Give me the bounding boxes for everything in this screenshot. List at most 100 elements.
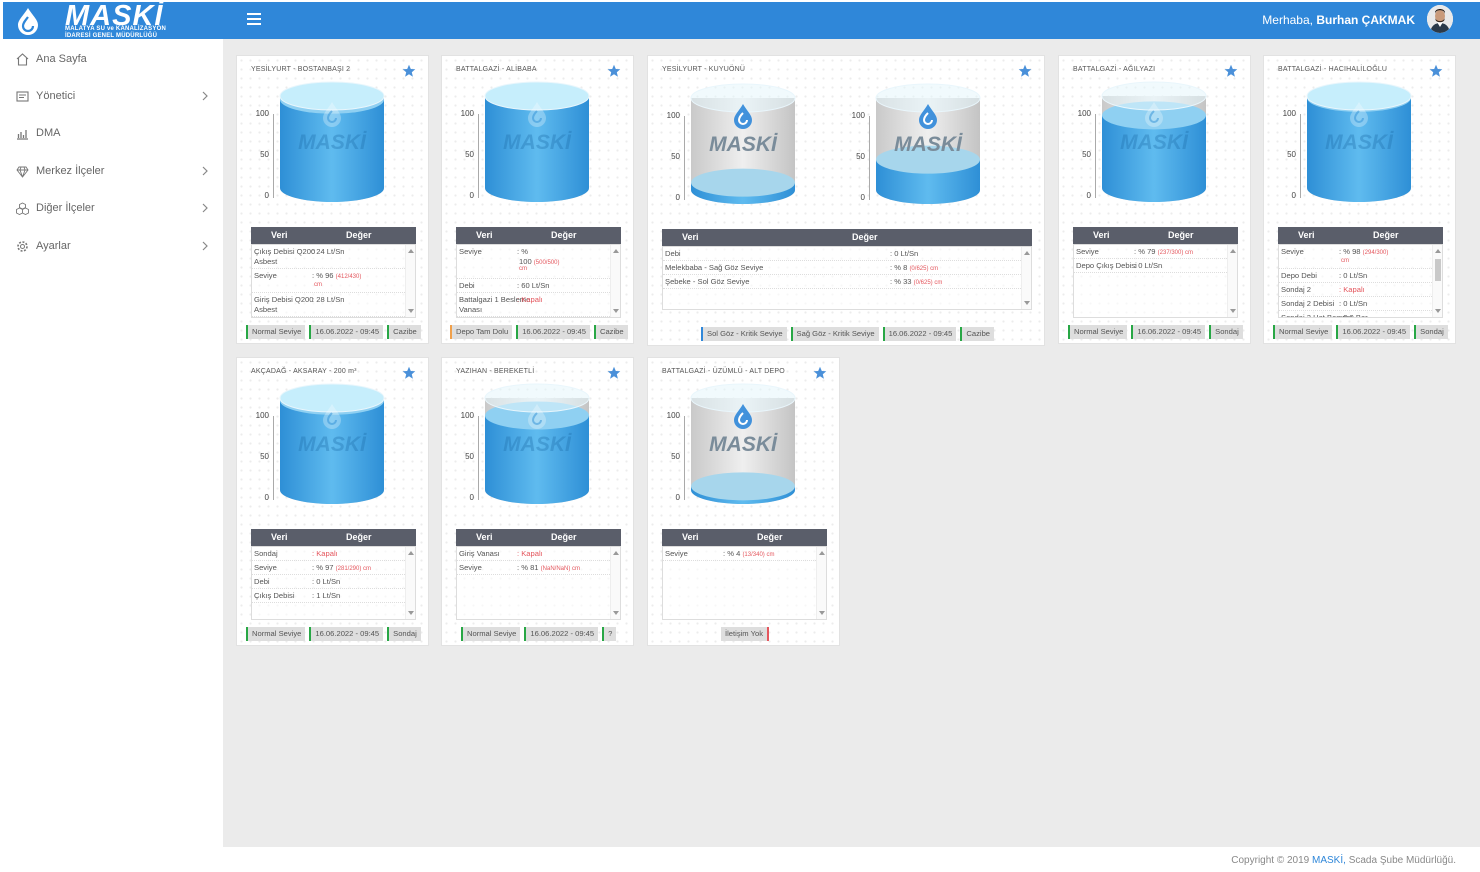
row-value: : Kapalı — [517, 549, 543, 558]
scroll-down-icon[interactable] — [613, 611, 619, 615]
tank-gauge: MASKİ — [277, 80, 387, 209]
gauge-axis-label: 100 — [460, 411, 474, 420]
row-value: : Kapalı — [517, 295, 543, 304]
scroll-thumb[interactable] — [1435, 259, 1441, 281]
row-value-detail: (13/340) cm — [742, 552, 775, 558]
table-scrollbar[interactable] — [1227, 245, 1237, 317]
tank-card[interactable]: AKÇADAĞ - AKSARAY - 200 m³ 100 50 0 MASKİ Ver… — [236, 357, 429, 646]
sidebar-item-dma[interactable]: DMA — [3, 117, 223, 149]
card-title: BATTALGAZİ - ÜZÜMLÜ - ALT DEPO — [662, 368, 785, 375]
dashboard-content: YESİLYURT - BOSTANBAŞI 2 100 50 0 MASKİ Veri D… — [223, 39, 1480, 847]
scroll-down-icon[interactable] — [408, 309, 414, 313]
footer: Copyright © 2019 MASKİ, Scada Şube Müdür… — [223, 847, 1480, 872]
table-row: Sondaj: Kapalı — [252, 549, 405, 561]
scroll-down-icon[interactable] — [613, 309, 619, 313]
favorite-star-icon[interactable] — [607, 366, 621, 380]
header-deger: Değer — [852, 232, 878, 242]
table-scrollbar[interactable] — [1432, 245, 1442, 317]
data-table-body[interactable]: Çıkış Debisi Q200 Asbest: 24 Lt/Sn Seviye:… — [251, 244, 416, 318]
sidebar-item-ayarlar[interactable]: Ayarlar — [3, 230, 223, 262]
table-scrollbar[interactable] — [405, 245, 415, 317]
data-table-body[interactable]: Debi: 0 Lt/Sn Melekbaba - Sağ Göz Seviye:… — [662, 246, 1032, 310]
scroll-up-icon[interactable] — [1435, 249, 1441, 253]
gear-icon — [17, 240, 28, 252]
scroll-down-icon[interactable] — [1435, 309, 1441, 313]
row-key: Seviye — [1076, 247, 1099, 256]
header-deger: Değer — [551, 532, 577, 542]
scroll-up-icon[interactable] — [613, 551, 619, 555]
status-badge: Normal Seviye — [1068, 325, 1128, 339]
favorite-star-icon[interactable] — [813, 366, 827, 380]
table-scrollbar[interactable] — [610, 547, 620, 619]
scroll-up-icon[interactable] — [408, 249, 414, 253]
gauge-axis-label: 50 — [1082, 150, 1091, 159]
scroll-up-icon[interactable] — [819, 551, 825, 555]
table-scrollbar[interactable] — [1021, 247, 1031, 309]
copyright-text: Copyright © 2019 MASKİ, Scada Şube Müdür… — [1231, 855, 1456, 866]
row-key: Sondaj — [254, 549, 278, 558]
scroll-up-icon[interactable] — [1230, 249, 1236, 253]
status-badge: Sondaj — [387, 627, 421, 641]
gauge-axis-line — [273, 114, 274, 198]
tank-card[interactable]: YESİLYURT - BOSTANBAŞI 2 100 50 0 MASKİ Veri D… — [236, 55, 429, 344]
footer-brand-link[interactable]: MASKİ, — [1312, 855, 1346, 866]
top-bar: MASKİ MALATYA SU ve KANALİZASYON İDARESİ… — [3, 0, 1480, 39]
menu-toggle-icon[interactable] — [247, 13, 261, 25]
sidebar-item-yönetici[interactable]: Yönetici — [3, 80, 223, 112]
gauge-axis-label: 0 — [1086, 191, 1091, 200]
data-table-body[interactable]: Giriş Vanası: Kapalı Seviye: % 81 (NaN/Na… — [456, 546, 621, 620]
row-key: Sondaj 2 — [1281, 285, 1311, 294]
table-scrollbar[interactable] — [816, 547, 826, 619]
scroll-up-icon[interactable] — [408, 551, 414, 555]
favorite-star-icon[interactable] — [1018, 64, 1032, 78]
tank-card[interactable]: BATTALGAZİ - HACIHALİLOĞLU 100 50 0 MASKİ Ver… — [1263, 55, 1456, 344]
tank-card[interactable]: YESİLYURT - KUYUÖNÜ 100 50 0 MASKİ 100 50 0 MASK… — [647, 55, 1045, 346]
favorite-star-icon[interactable] — [607, 64, 621, 78]
table-scrollbar[interactable] — [405, 547, 415, 619]
tank-card[interactable]: BATTALGAZİ - ÜZÜMLÜ - ALT DEPO 100 50 0 MASK… — [647, 357, 840, 646]
data-table-body[interactable]: Seviye: % 98 (294/300) cm Depo Debi: 0 Lt/… — [1278, 244, 1443, 318]
scroll-down-icon[interactable] — [408, 611, 414, 615]
maski-logo[interactable]: MASKİ MALATYA SU ve KANALİZASYON İDARESİ… — [9, 0, 179, 39]
table-scrollbar[interactable] — [610, 245, 620, 317]
sidebar-item-diğer-i-lçeler[interactable]: Diğer İlçeler — [3, 192, 223, 224]
status-tags: Normal Seviye 16.06.2022 - 09:45 Cazibe — [246, 325, 425, 339]
avatar[interactable] — [1427, 5, 1453, 33]
scroll-down-icon[interactable] — [1230, 309, 1236, 313]
favorite-star-icon[interactable] — [402, 366, 416, 380]
cubes-icon — [16, 201, 29, 215]
sidebar-item-merkez-i-lçeler[interactable]: Merkez İlçeler — [3, 155, 223, 187]
tank-card[interactable]: BATTALGAZİ - ALİBABA 100 50 0 MASKİ Veri Değer… — [441, 55, 634, 344]
row-value: : 24 Lt/Sn — [312, 247, 345, 256]
user-name[interactable]: Burhan ÇAKMAK — [1316, 13, 1415, 27]
tank-gauge: MASKİ — [688, 382, 798, 511]
scroll-up-icon[interactable] — [1024, 251, 1030, 255]
row-key: Şebeke - Sol Göz Seviye — [665, 277, 750, 286]
header-veri: Veri — [271, 532, 288, 542]
data-table-header: Veri Değer — [456, 529, 621, 546]
tank-card[interactable]: YAZIHAN - BEREKETLİ 100 50 0 MASKİ Veri Değer G… — [441, 357, 634, 646]
row-key: Giriş Vanası — [459, 549, 500, 558]
water-drop-icon — [18, 8, 38, 35]
favorite-star-icon[interactable] — [402, 64, 416, 78]
card-title: BATTALGAZİ - ALİBABA — [456, 66, 537, 73]
row-key: Sondaj 2 Debisi — [1281, 299, 1335, 308]
status-badge: Cazibe — [593, 325, 628, 339]
row-key: Debi — [459, 281, 475, 290]
gauge-axis-label: 50 — [465, 452, 474, 461]
status-tags: İletişim Yok — [721, 627, 773, 641]
data-table-body[interactable]: Seviye: % 79 (237/300) cm Depo Çıkış Debi… — [1073, 244, 1238, 318]
favorite-star-icon[interactable] — [1224, 64, 1238, 78]
scroll-down-icon[interactable] — [1024, 301, 1030, 305]
tank-card[interactable]: BATTALGAZİ - AĞILYAZI 100 50 0 MASKİ Veri Değe… — [1058, 55, 1251, 344]
data-table-body[interactable]: Sondaj: Kapalı Seviye: % 97 (281/290) cm D… — [251, 546, 416, 620]
header-deger: Değer — [346, 532, 372, 542]
favorite-star-icon[interactable] — [1429, 64, 1443, 78]
sidebar-item-ana-sayfa[interactable]: Ana Sayfa — [3, 43, 223, 75]
scroll-down-icon[interactable] — [819, 611, 825, 615]
scroll-up-icon[interactable] — [613, 249, 619, 253]
status-badge: Normal Seviye — [246, 627, 306, 641]
table-row: Depo Debi: 0 Lt/Sn — [1279, 271, 1432, 283]
data-table-body[interactable]: Seviye: % 100 (500/500) cm Debi: 60 Lt/Sn Ba… — [456, 244, 621, 318]
data-table-body[interactable]: Seviye: % 4 (13/340) cm — [662, 546, 827, 620]
